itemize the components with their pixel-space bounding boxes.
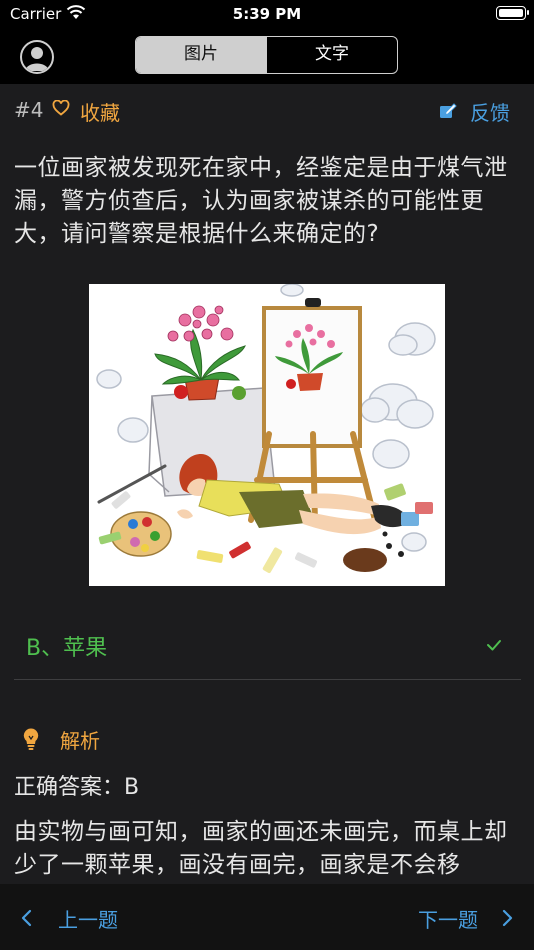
question-text: 一位画家被发现死在家中，经鉴定是由于煤气泄漏，警方侦查后，认为画家被谋杀的可能性… xyxy=(14,155,508,247)
edit-icon[interactable] xyxy=(439,102,457,120)
question-number: #4 xyxy=(14,98,44,122)
nav-bar: 图片 文字 xyxy=(0,28,534,84)
answer-text: B、苹果 xyxy=(26,636,108,661)
question-meta-row: #4 收藏 反馈 xyxy=(0,84,534,136)
previous-label: 上一题 xyxy=(58,907,118,932)
tab-image[interactable]: 图片 xyxy=(136,37,266,73)
chevron-right-icon xyxy=(502,909,513,927)
correct-answer: 正确答案：B xyxy=(14,775,140,800)
tab-text[interactable]: 文字 xyxy=(266,37,397,73)
clock: 5:39 PM xyxy=(232,5,302,23)
battery-icon xyxy=(496,6,529,20)
check-icon xyxy=(487,640,501,651)
answer-option-b[interactable]: B、苹果 xyxy=(0,620,534,672)
question-illustration xyxy=(89,283,445,586)
bottom-nav: 上一题 下一题 xyxy=(0,884,534,950)
next-question-button[interactable]: 下一题 xyxy=(418,904,514,932)
status-bar: Carrier 5:39 PM xyxy=(0,0,534,28)
favorite-button[interactable]: 收藏 xyxy=(80,97,120,126)
avatar-icon[interactable] xyxy=(20,40,54,74)
feedback-button[interactable]: 反馈 xyxy=(470,97,510,126)
analysis-header: 解析 xyxy=(0,722,534,756)
chevron-left-icon xyxy=(21,909,32,927)
analysis-title: 解析 xyxy=(60,729,100,753)
explanation-text: 由实物与画可知，画家的画还未画完，而桌上却少了一颗苹果，画没有画完，画家是不会移 xyxy=(14,819,508,878)
heart-icon[interactable] xyxy=(52,100,70,116)
divider xyxy=(14,679,521,680)
mode-segmented-control: 图片 文字 xyxy=(135,36,398,74)
lightbulb-icon xyxy=(23,728,39,750)
next-label: 下一题 xyxy=(418,907,478,932)
previous-question-button[interactable]: 上一题 xyxy=(20,904,118,932)
